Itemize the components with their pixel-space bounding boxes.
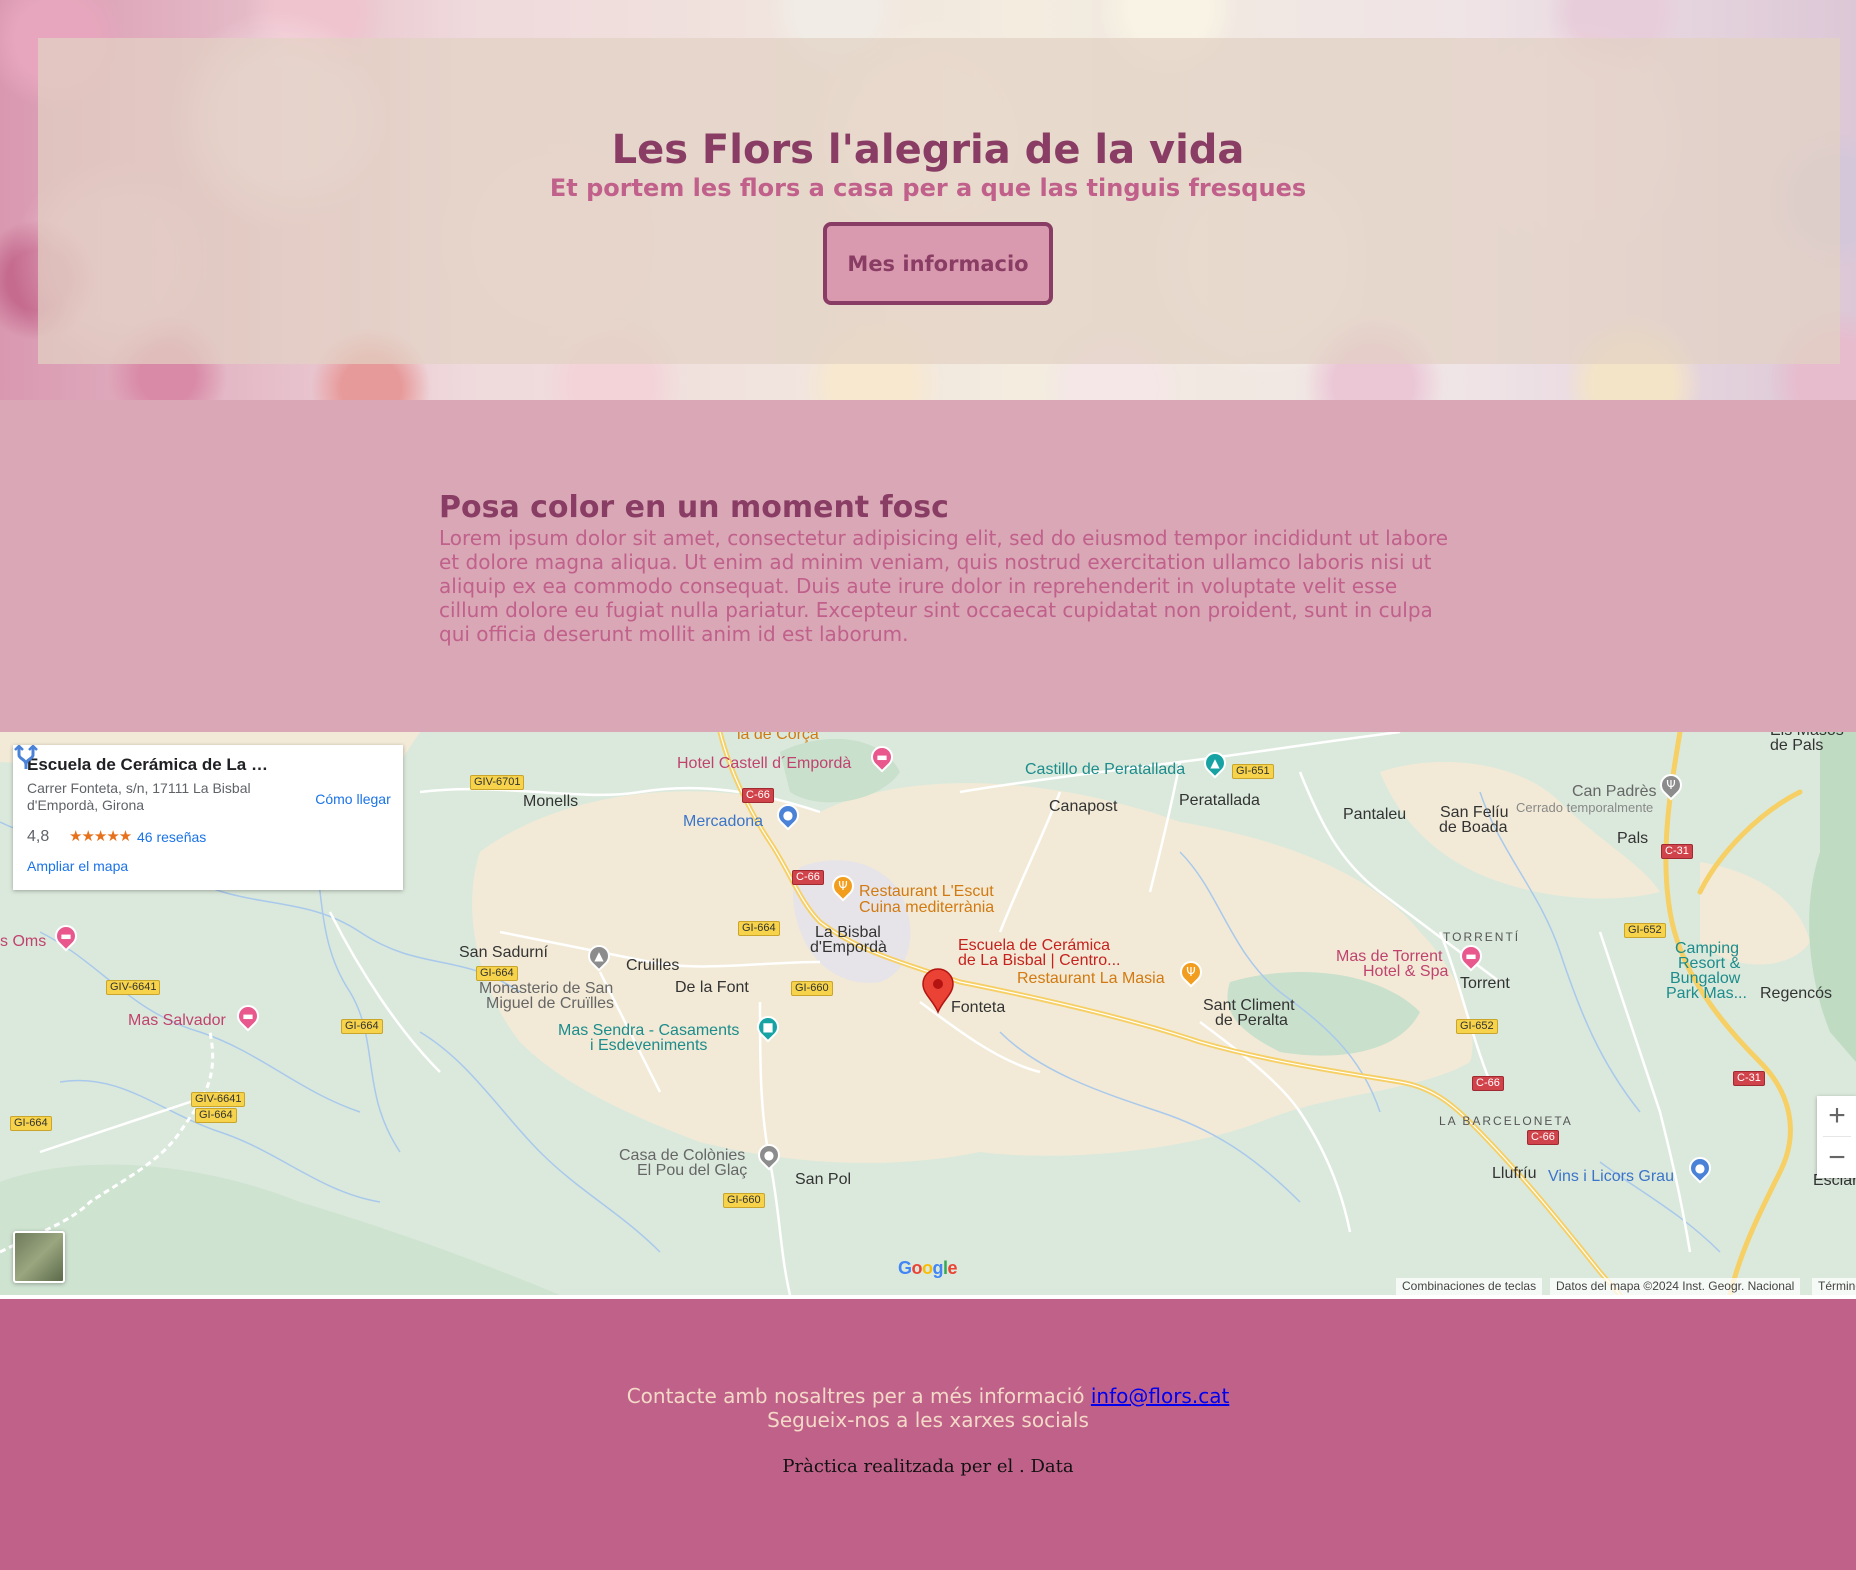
- map-label-mas-salvador[interactable]: Mas Salvador: [128, 1012, 226, 1030]
- google-logo: Google: [898, 1258, 958, 1278]
- map-label-de-la-font[interactable]: De la Font: [675, 979, 749, 997]
- map-label-camping-4: Park Mas...: [1666, 985, 1747, 1002]
- zoom-divider: [1823, 1136, 1851, 1137]
- email-link[interactable]: info@flors.cat: [1091, 1384, 1229, 1408]
- road-badge: GI-664: [476, 966, 518, 981]
- map-label-corca[interactable]: la de Corça: [737, 732, 819, 744]
- hero-title: Les Flors l'alegria de la vida: [611, 127, 1245, 173]
- road-badge: GI-664: [195, 1108, 237, 1123]
- map-label-vins-licors[interactable]: Vins i Licors Grau: [1548, 1168, 1674, 1186]
- map-label-torrent[interactable]: Torrent: [1460, 975, 1510, 993]
- road-badge: GI-652: [1456, 1019, 1498, 1034]
- map-label-san-sadurni[interactable]: San Sadurní: [459, 944, 548, 962]
- map-label-llufriu[interactable]: Llufríu: [1492, 1165, 1536, 1183]
- map-label-fonteta[interactable]: Fonteta: [951, 999, 1005, 1017]
- map-label-monasterio-sub: Miguel de Cruïlles: [486, 995, 615, 1012]
- road-badge: GI-660: [723, 1193, 765, 1208]
- road-badge: C-66: [742, 788, 774, 803]
- map-label-castillo[interactable]: Castillo de Peratallada: [1025, 761, 1185, 779]
- map-label-de-peralta: de Peralta: [1215, 1012, 1288, 1029]
- road-badge: C-66: [792, 870, 824, 885]
- rating-stars-icon: ★★★★★: [69, 828, 132, 845]
- satellite-layer-button[interactable]: [13, 1231, 65, 1283]
- map-label-hotel-castell[interactable]: Hotel Castell d´Empordà: [677, 755, 851, 773]
- zoom-controls: + −: [1817, 1096, 1856, 1178]
- road-badge: GI-664: [10, 1116, 52, 1131]
- map-label-pou-glac: El Pou del Glaç: [637, 1162, 748, 1179]
- directions-icon[interactable]: [13, 745, 39, 771]
- map-label-peratallada[interactable]: Peratallada: [1179, 792, 1260, 810]
- location-marker-icon[interactable]: [921, 968, 955, 1014]
- hero-banner: Les Flors l'alegria de la vida Et portem…: [0, 0, 1856, 400]
- map-label-lescut-sub: Cuina mediterrània: [859, 899, 995, 916]
- map-data-attribution: Datos del mapa ©2024 Inst. Geogr. Nacion…: [1550, 1278, 1801, 1295]
- road-badge: GI-652: [1624, 923, 1666, 938]
- map-label-pantaleu[interactable]: Pantaleu: [1343, 806, 1406, 824]
- intro-text: Lorem ipsum dolor sit amet, consectetur …: [439, 526, 1449, 646]
- map-label-canapost[interactable]: Canapost: [1049, 798, 1118, 816]
- map-label-la-masia[interactable]: Restaurant La Masia: [1017, 970, 1165, 988]
- place-info-card: Escuela de Cerámica de La Bi... Carrer F…: [13, 745, 403, 890]
- hero-subtitle: Et portem les flors a casa per a que las…: [549, 174, 1307, 202]
- map-label-oms[interactable]: s Oms: [0, 933, 46, 951]
- footer: Contacte amb nosaltres per a més informa…: [0, 1299, 1856, 1570]
- map-label-regencos[interactable]: Regencós: [1760, 985, 1832, 1003]
- map-label-pals[interactable]: Pals: [1617, 830, 1648, 848]
- contact-line: Contacte amb nosaltres per a més informa…: [0, 1384, 1856, 1408]
- keyboard-shortcuts-link[interactable]: Combinaciones de teclas: [1396, 1278, 1543, 1295]
- contact-text: Contacte amb nosaltres per a més informa…: [626, 1384, 1085, 1408]
- road-badge: C-66: [1527, 1130, 1559, 1145]
- zoom-in-button[interactable]: +: [1817, 1096, 1856, 1136]
- map-label-san-pol[interactable]: San Pol: [795, 1171, 851, 1189]
- map-label-mercadona[interactable]: Mercadona: [683, 813, 763, 831]
- map-label-mas-sendra-sub: i Esdeveniments: [590, 1037, 708, 1054]
- place-name: Escuela de Cerámica de La Bi...: [27, 755, 277, 774]
- road-badge: GIV-6641: [106, 980, 161, 995]
- road-badge: GI-660: [791, 981, 833, 996]
- enlarge-map-link[interactable]: Ampliar el mapa: [27, 858, 128, 874]
- place-rating: 4,8: [27, 828, 50, 845]
- social-text: Segueix-nos a les xarxes socials: [767, 1408, 1089, 1432]
- map-label-barceloneta: LA BARCELONETA: [1439, 1114, 1573, 1128]
- map-label-closed: Cerrado temporalmente: [1516, 800, 1654, 815]
- embedded-map[interactable]: Monells Canapost Peratallada Pantaleu Sa…: [0, 732, 1856, 1299]
- reviews-link[interactable]: 46 reseñas: [137, 829, 206, 845]
- road-badge: GI-664: [341, 1019, 383, 1034]
- map-label-de-pals: de Pals: [1770, 737, 1824, 754]
- road-badge: C-31: [1733, 1071, 1765, 1086]
- map-label-monells[interactable]: Monells: [523, 793, 578, 811]
- road-badge: GI-664: [738, 921, 780, 936]
- zoom-out-button[interactable]: −: [1817, 1138, 1856, 1178]
- road-badge: GIV-6701: [470, 775, 525, 790]
- place-address: Carrer Fonteta, s/n, 17111 La Bisbal d'E…: [27, 780, 251, 813]
- terms-link[interactable]: Términos: [1812, 1278, 1856, 1295]
- credit-text: Pràctica realitzada per el . Data: [782, 1456, 1074, 1477]
- intro-section: Posa color en un moment fosc Lorem ipsum…: [0, 400, 1856, 732]
- directions-link[interactable]: Cómo llegar: [298, 791, 408, 807]
- map-label-de-boada: de Boada: [1439, 819, 1508, 836]
- intro-heading: Posa color en un moment fosc: [439, 490, 949, 525]
- map-label-cruilles[interactable]: Cruilles: [626, 957, 679, 975]
- road-badge: C-31: [1661, 844, 1693, 859]
- road-badge: C-66: [1472, 1076, 1504, 1091]
- map-label-mas-torrent-sub: Hotel & Spa: [1363, 963, 1449, 980]
- road-badge: GIV-6641: [191, 1092, 246, 1107]
- map-label-emporda: d'Empordà: [810, 939, 887, 956]
- road-badge: GI-651: [1232, 764, 1274, 779]
- map-label-torrenti: TORRENTÍ: [1443, 930, 1521, 944]
- more-info-button[interactable]: Mes informacio: [823, 222, 1053, 305]
- map-label-escuela-sub: de La Bisbal | Centro...: [958, 952, 1121, 969]
